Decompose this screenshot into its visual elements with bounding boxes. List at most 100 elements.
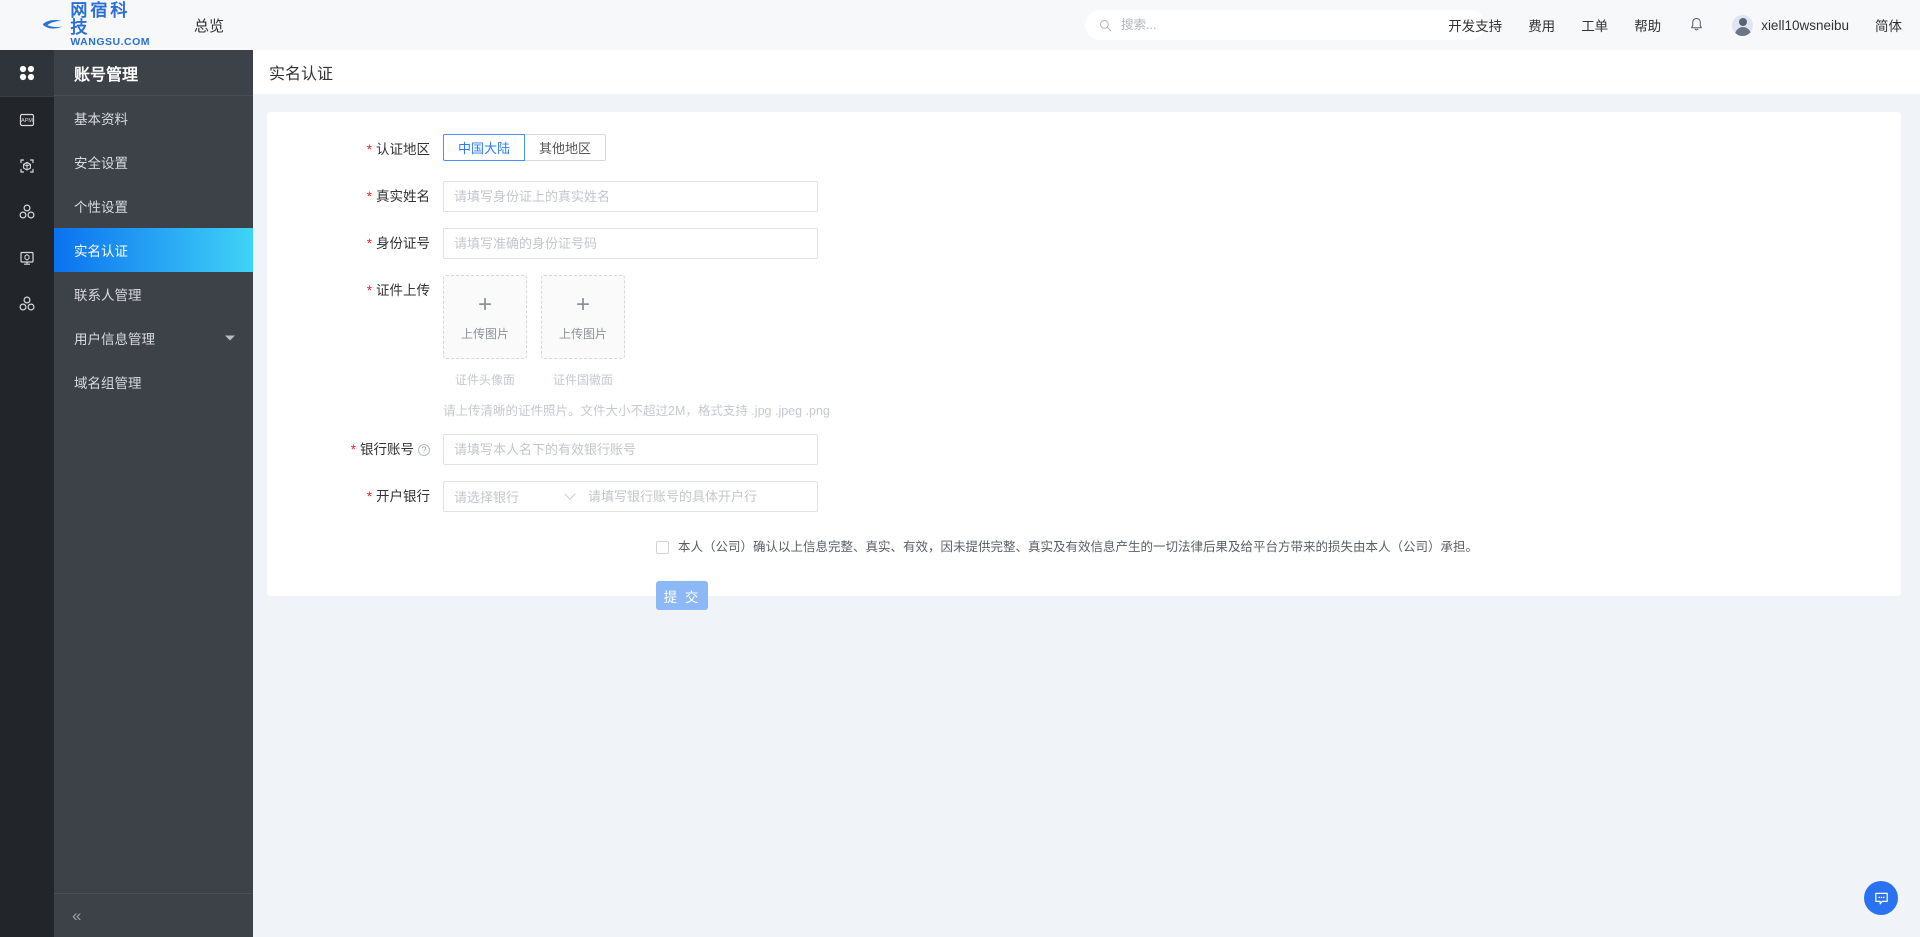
upload-box-id-back[interactable]: + 上传图片 bbox=[541, 275, 625, 359]
required-asterisk: * bbox=[366, 283, 372, 298]
label-text: 认证地区 bbox=[376, 142, 430, 157]
help-icon[interactable]: ? bbox=[418, 444, 430, 456]
bank-select-placeholder: 请选择银行 bbox=[454, 490, 520, 505]
agreement-checkbox[interactable] bbox=[656, 541, 669, 554]
notifications-button[interactable] bbox=[1689, 17, 1704, 33]
chevron-down-icon bbox=[225, 335, 235, 341]
rail-item-cubes-alt[interactable] bbox=[0, 281, 54, 327]
rail-item-server-monitor[interactable] bbox=[0, 235, 54, 281]
cubes-icon bbox=[19, 204, 35, 219]
label-text: 银行账号 bbox=[360, 442, 414, 457]
apps-grid-icon bbox=[19, 65, 35, 81]
cubes-alt-icon bbox=[19, 296, 35, 311]
language-switch[interactable]: 简体 bbox=[1875, 15, 1902, 35]
rail-item-apm[interactable]: APM bbox=[0, 97, 54, 143]
upload-col-front: + 上传图片 证件头像面 bbox=[443, 275, 527, 388]
label-text: 真实姓名 bbox=[376, 189, 430, 204]
label-text: 身份证号 bbox=[376, 236, 430, 251]
user-name[interactable]: xiell10wsneibu bbox=[1761, 18, 1849, 33]
sidebar-title: 账号管理 bbox=[54, 50, 253, 96]
sidebar-item-user-info[interactable]: 用户信息管理 bbox=[54, 316, 253, 360]
upload-boxes: + 上传图片 证件头像面 + 上传图片 证件国徽面 bbox=[443, 275, 1901, 388]
page-title: 实名认证 bbox=[269, 66, 334, 83]
label-id-number: * 身份证号 bbox=[267, 228, 443, 260]
chat-support-button[interactable] bbox=[1864, 881, 1898, 915]
brand-logo[interactable]: 网宿科技 WANGSU.COM bbox=[0, 0, 150, 50]
icon-rail: APM bbox=[0, 50, 54, 937]
sidebar-item-label: 域名组管理 bbox=[74, 376, 142, 391]
avatar[interactable] bbox=[1732, 14, 1754, 36]
region-option-other[interactable]: 其他地区 bbox=[525, 134, 607, 161]
sidebar-item-contacts[interactable]: 联系人管理 bbox=[54, 272, 253, 316]
page-header: 实名认证 bbox=[253, 50, 1920, 94]
apm-icon: APM bbox=[19, 113, 35, 127]
required-asterisk: * bbox=[366, 142, 372, 157]
sidebar-item-security[interactable]: 安全设置 bbox=[54, 140, 253, 184]
collapse-left-icon: « bbox=[72, 905, 82, 925]
required-asterisk: * bbox=[366, 189, 372, 204]
label-region: * 认证地区 bbox=[267, 134, 443, 166]
header-link-help[interactable]: 帮助 bbox=[1634, 15, 1661, 35]
required-asterisk: * bbox=[366, 489, 372, 504]
bank-branch-group: 请选择银行 bbox=[443, 481, 818, 512]
sidebar-item-label: 个性设置 bbox=[74, 200, 128, 215]
sidebar-item-label: 联系人管理 bbox=[74, 288, 142, 303]
verification-form-card: * 认证地区 中国大陆 其他地区 * 真实姓名 * 身份证号 bbox=[267, 112, 1901, 610]
server-monitor-icon bbox=[20, 251, 34, 265]
header-link-billing[interactable]: 费用 bbox=[1528, 15, 1555, 35]
plus-icon: + bbox=[477, 290, 492, 318]
wangsu-swoosh-icon bbox=[42, 19, 63, 29]
sidebar-item-personalization[interactable]: 个性设置 bbox=[54, 184, 253, 228]
sidebar-item-real-name-auth[interactable]: 实名认证 bbox=[54, 228, 253, 272]
sidebar-item-domain-groups[interactable]: 域名组管理 bbox=[54, 360, 253, 404]
region-radio-group[interactable]: 中国大陆 其他地区 bbox=[443, 134, 1901, 161]
search-input[interactable] bbox=[1119, 17, 1459, 33]
sidebar-item-basic-info[interactable]: 基本资料 bbox=[54, 96, 253, 140]
required-asterisk: * bbox=[366, 236, 372, 251]
region-option-mainland[interactable]: 中国大陆 bbox=[443, 134, 526, 161]
agreement-row: 本人（公司）确认以上信息完整、真实、有效，因未提供完整、真实及有效信息产生的一切… bbox=[267, 539, 1901, 556]
rail-item-apps[interactable] bbox=[0, 50, 54, 96]
bank-account-input[interactable] bbox=[443, 434, 818, 465]
bank-select[interactable]: 请选择银行 bbox=[444, 482, 584, 511]
bell-icon bbox=[1691, 18, 1703, 31]
cube-frame-icon bbox=[20, 159, 34, 173]
bank-branch-input[interactable] bbox=[584, 482, 817, 511]
sidebar-collapse-button[interactable]: « bbox=[54, 893, 253, 937]
main-content: 实名认证 * 认证地区 中国大陆 其他地区 * 真实姓名 请填写身份证上的真实姓… bbox=[253, 50, 1920, 937]
upload-button-label: 上传图片 bbox=[558, 326, 607, 341]
svg-text:APM: APM bbox=[21, 118, 33, 124]
sidebar-item-label: 基本资料 bbox=[74, 112, 128, 127]
upload-hint: 请上传清晰的证件照片。文件大小不超过2M，格式支持 .jpg .jpeg .pn… bbox=[443, 404, 830, 418]
form-row-real-name: * 真实姓名 bbox=[267, 181, 1901, 213]
form-row-id-number: * 身份证号 bbox=[267, 228, 1901, 260]
real-name-input[interactable] bbox=[443, 181, 818, 212]
submit-row: 提 交 bbox=[267, 581, 1901, 610]
form-row-region: * 认证地区 中国大陆 其他地区 bbox=[267, 134, 1901, 166]
label-real-name: * 真实姓名 bbox=[267, 181, 443, 213]
form-row-upload: * 证件上传 + 上传图片 证件头像面 + 上传图片 证件国徽面 请上传清晰的证… bbox=[267, 275, 1901, 419]
rail-item-cube-frame[interactable] bbox=[0, 143, 54, 189]
nav-overview[interactable]: 总览 bbox=[194, 15, 224, 36]
upload-box-id-front[interactable]: + 上传图片 bbox=[443, 275, 527, 359]
label-upload: * 证件上传 bbox=[267, 275, 443, 307]
logo-text-en: WANGSU.COM bbox=[70, 36, 150, 49]
avatar-body bbox=[1734, 26, 1751, 36]
id-number-input[interactable] bbox=[443, 228, 818, 259]
upload-caption-back: 证件国徽面 bbox=[552, 373, 613, 387]
plus-icon: + bbox=[575, 290, 590, 318]
label-bank-branch: * 开户银行 bbox=[267, 481, 443, 513]
required-asterisk: * bbox=[350, 442, 356, 457]
label-text: 开户银行 bbox=[376, 489, 430, 504]
submit-button[interactable]: 提 交 bbox=[656, 581, 708, 610]
header-link-tickets[interactable]: 工单 bbox=[1581, 15, 1608, 35]
rail-item-cubes[interactable] bbox=[0, 189, 54, 235]
chevron-down-icon bbox=[564, 488, 576, 500]
upload-col-back: + 上传图片 证件国徽面 bbox=[541, 275, 625, 388]
header-link-dev-support[interactable]: 开发支持 bbox=[1448, 15, 1502, 35]
search-icon bbox=[1099, 19, 1112, 31]
